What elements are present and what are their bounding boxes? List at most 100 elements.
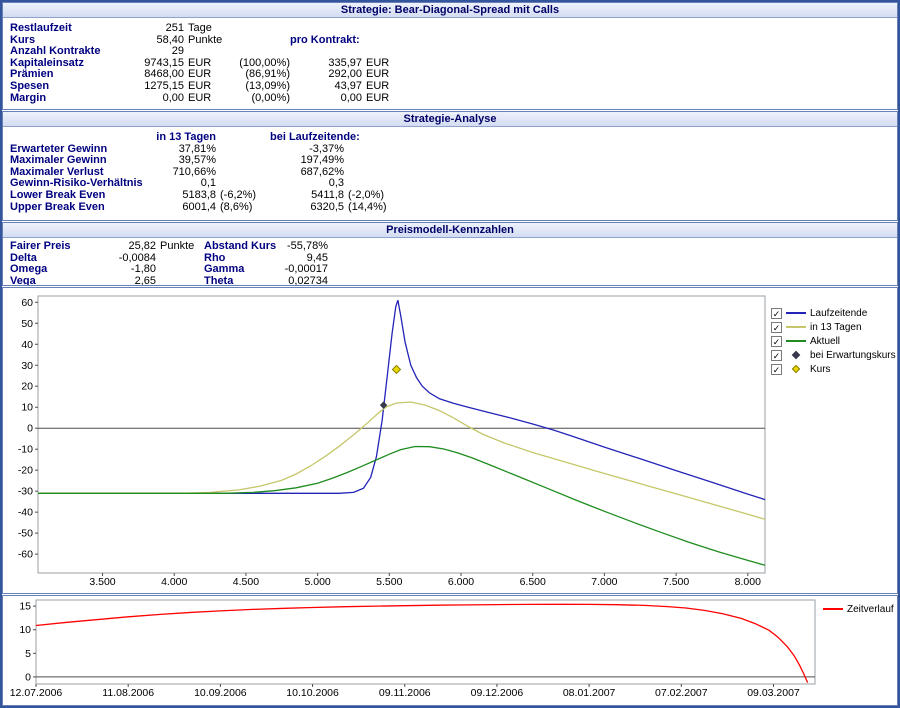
row-label: Restlaufzeit <box>10 23 138 35</box>
x-tick-label: 7.500 <box>663 576 689 588</box>
analyse-row: Upper Break Even6001,4(8,6%)6320,5(14,4%… <box>3 202 897 214</box>
legend-checkbox[interactable]: ✓ <box>771 322 782 333</box>
x-tick-label: 7.000 <box>591 576 617 588</box>
y-tick-label: 30 <box>21 360 33 372</box>
legend-checkbox[interactable]: ✓ <box>771 336 782 347</box>
analyse-rows: in 13 Tagenbei Laufzeitende:Erwarteter G… <box>3 127 897 213</box>
analyse-row: Lower Break Even5183,8(-6,2%)5411,8(-2,0… <box>3 190 897 202</box>
x-tick-label: 5.000 <box>304 576 330 588</box>
spacer <box>216 132 270 144</box>
legend-checkbox[interactable]: ✓ <box>771 350 782 361</box>
row-col2-extra <box>344 155 400 167</box>
strategie-row: Restlaufzeit251Tage <box>3 23 897 35</box>
row-label: Spesen <box>10 81 138 93</box>
legend-diamond-icon <box>786 350 806 360</box>
row-value-left: 2,65 <box>112 276 156 286</box>
x-tick-label: 10.09.2006 <box>194 687 247 699</box>
strategie-row: Anzahl Kontrakte29 <box>3 46 897 58</box>
spacer <box>362 35 396 47</box>
row-value-left: 25,82 <box>112 241 156 253</box>
payoff-chart-legend: ✓Laufzeitende✓in 13 Tagen✓Aktuell✓bei Er… <box>771 306 896 376</box>
app-window: Strategie: Bear-Diagonal-Spread mit Call… <box>0 0 900 708</box>
kennzahlen-rows: Fairer Preis25,82PunkteAbstand Kurs-55,7… <box>3 238 897 286</box>
row-percent: (13,09%) <box>228 81 290 93</box>
x-tick-label: 09.03.2007 <box>747 687 800 699</box>
y-tick-label: 60 <box>21 297 33 309</box>
kennzahlen-row: Fairer Preis25,82PunkteAbstand Kurs-55,7… <box>3 241 897 253</box>
analyse-row: Erwarteter Gewinn37,81%-3,37% <box>3 144 897 156</box>
line-sample <box>786 340 806 342</box>
x-tick-label: 09.12.2006 <box>471 687 524 699</box>
x-tick-label: 4.000 <box>161 576 187 588</box>
row-col1-extra: (8,6%) <box>216 202 270 214</box>
y-tick-label: 10 <box>19 624 31 636</box>
x-tick-label: 08.01.2007 <box>563 687 616 699</box>
x-tick-label: 09.11.2006 <box>379 687 431 699</box>
row-value-right: -55,78% <box>280 241 328 253</box>
col-header-bei-laufzeitende: bei Laufzeitende: <box>270 132 400 144</box>
panel-kennzahlen: Preismodell-Kennzahlen Fairer Preis25,82… <box>2 222 898 286</box>
x-tick-label: 3.500 <box>89 576 115 588</box>
diamond-icon <box>792 365 800 373</box>
legend-line-sample <box>786 308 806 318</box>
row-pro-kontrakt-value: 0,00 <box>290 93 362 105</box>
row-unit: EUR <box>184 93 228 105</box>
legend-label: Laufzeitende <box>810 308 867 319</box>
analyse-col-headers: in 13 Tagenbei Laufzeitende: <box>3 132 897 144</box>
row-unit-left <box>156 276 204 286</box>
row-col1-extra <box>216 144 270 156</box>
row-value: 1275,15 <box>138 81 184 93</box>
row-percent <box>228 35 290 47</box>
row-col2-value: 6320,5 <box>270 202 344 214</box>
pro-kontrakt-header: pro Kontrakt: <box>290 35 362 47</box>
row-unit-left <box>156 253 204 265</box>
y-tick-label: -20 <box>18 465 33 477</box>
legend-checkbox[interactable]: ✓ <box>771 308 782 319</box>
panel-payoff-chart: 6050403020100-10-20-30-40-50-603.5004.00… <box>2 287 898 594</box>
row-label-left: Vega <box>10 276 112 286</box>
y-tick-label: 50 <box>21 318 33 330</box>
x-tick-label: 12.07.2006 <box>10 687 63 699</box>
strategie-row: Spesen1275,15EUR(13,09%)43,97EUR <box>3 81 897 93</box>
row-unit: Punkte <box>184 35 228 47</box>
row-label: Margin <box>10 93 138 105</box>
panel-kennzahlen-title: Preismodell-Kennzahlen <box>3 223 897 238</box>
row-pro-kontrakt-unit: EUR <box>362 93 396 105</box>
x-tick-label: 6.000 <box>448 576 474 588</box>
legend-item: ✓in 13 Tagen <box>771 320 896 334</box>
y-tick-label: 0 <box>27 423 33 435</box>
row-label-right: Abstand Kurs <box>204 241 280 253</box>
panel-analyse: Strategie-Analyse in 13 Tagenbei Laufzei… <box>2 111 898 221</box>
x-tick-label: 5.500 <box>376 576 402 588</box>
plot-area <box>38 296 765 573</box>
row-value-right: 0,02734 <box>280 276 328 286</box>
x-tick-label: 11.08.2006 <box>102 687 154 699</box>
strategie-row: Kurs58,40Punktepro Kontrakt: <box>3 35 897 47</box>
legend-label: Zeitverlauf <box>847 604 894 615</box>
row-unit: Tage <box>184 23 228 35</box>
spacer <box>10 132 152 144</box>
row-col1-extra: (-6,2%) <box>216 190 270 202</box>
time-chart: 15105012.07.200611.08.200610.09.200610.1… <box>3 596 897 705</box>
row-label-right: Theta <box>204 276 280 286</box>
row-col2-extra <box>344 144 400 156</box>
y-tick-label: -30 <box>18 486 33 498</box>
y-tick-label: 20 <box>21 381 33 393</box>
y-tick-label: -10 <box>18 444 33 456</box>
panel-strategie: Strategie: Bear-Diagonal-Spread mit Call… <box>2 2 898 110</box>
strategie-row: Margin0,00EUR(0,00%)0,00EUR <box>3 93 897 105</box>
legend-checkbox[interactable]: ✓ <box>771 364 782 375</box>
y-tick-label: -40 <box>18 507 33 519</box>
line-sample <box>823 608 843 610</box>
line-sample <box>786 326 806 328</box>
legend-item: ✓Aktuell <box>771 334 896 348</box>
plot-area <box>36 600 815 684</box>
row-pro-kontrakt-value <box>290 23 362 35</box>
row-percent <box>228 23 290 35</box>
row-percent: (0,00%) <box>228 93 290 105</box>
row-value: 251 <box>138 23 184 35</box>
row-col2-extra: (-2,0%) <box>344 190 400 202</box>
row-unit: EUR <box>184 81 228 93</box>
row-pro-kontrakt-value: 43,97 <box>290 81 362 93</box>
legend-item: ✓ Laufzeitende <box>771 306 896 320</box>
